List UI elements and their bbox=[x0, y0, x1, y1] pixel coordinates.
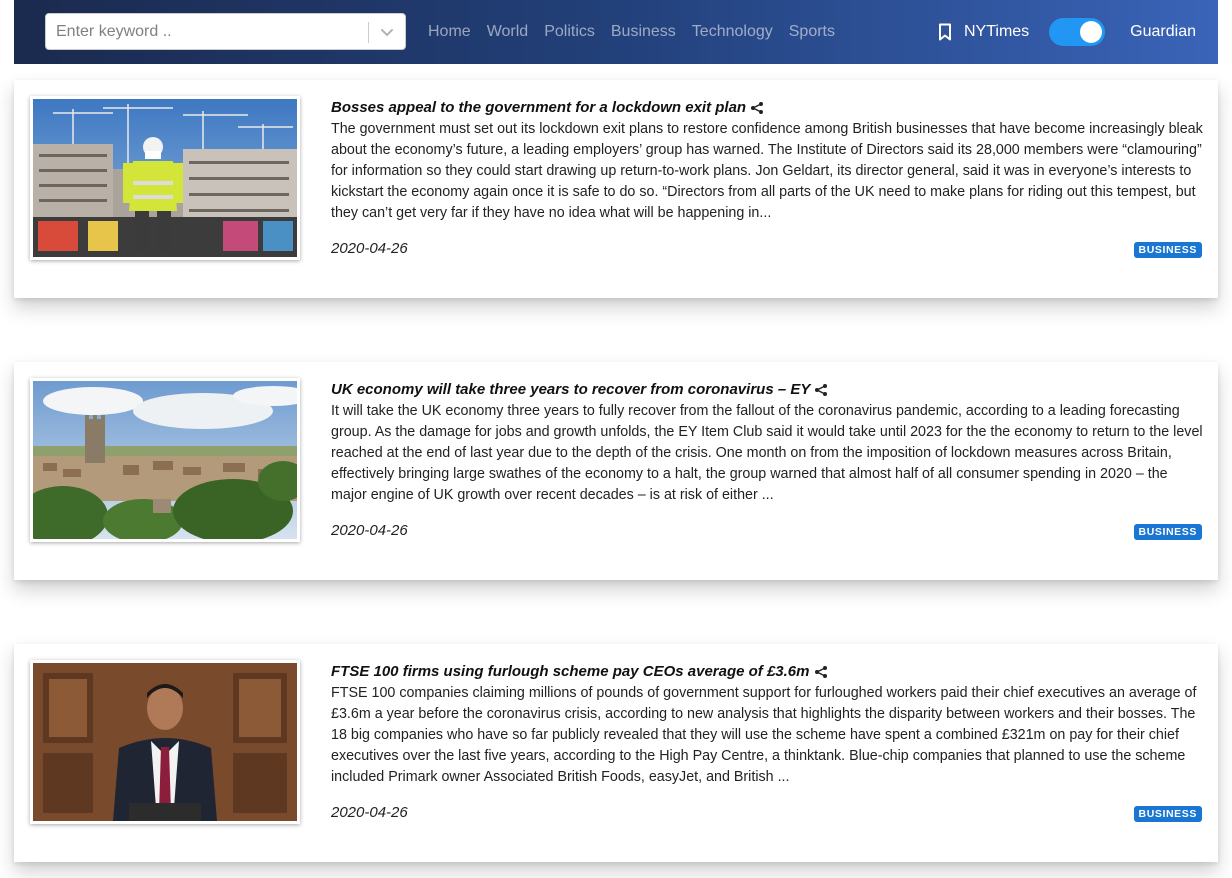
nav-link-world[interactable]: World bbox=[487, 23, 529, 41]
article-image[interactable] bbox=[30, 660, 300, 824]
article-card[interactable]: UK economy will take three years to reco… bbox=[14, 362, 1218, 580]
search-input[interactable] bbox=[46, 14, 366, 49]
source-guardian-label: Guardian bbox=[1130, 23, 1196, 40]
article-title[interactable]: FTSE 100 firms using furlough scheme pay… bbox=[331, 662, 1203, 682]
article-card[interactable]: Bosses appeal to the government for a lo… bbox=[14, 80, 1218, 298]
article-date: 2020-04-26 bbox=[331, 522, 408, 539]
section-badge: BUSINESS bbox=[1133, 242, 1202, 258]
source-toggle[interactable] bbox=[1049, 18, 1106, 46]
article-description: The government must set out its lockdown… bbox=[331, 121, 1203, 221]
article-date: 2020-04-26 bbox=[331, 804, 408, 821]
article-title[interactable]: UK economy will take three years to reco… bbox=[331, 380, 1203, 400]
nav-links: Home World Politics Business Technology … bbox=[428, 0, 851, 64]
search-separator bbox=[368, 22, 369, 43]
top-navbar: Home World Politics Business Technology … bbox=[14, 0, 1218, 64]
nav-link-technology[interactable]: Technology bbox=[692, 23, 773, 41]
nav-link-home[interactable]: Home bbox=[428, 23, 471, 41]
article-body: FTSE 100 firms using furlough scheme pay… bbox=[331, 662, 1203, 788]
section-badge: BUSINESS bbox=[1133, 524, 1202, 540]
nav-link-sports[interactable]: Sports bbox=[789, 23, 835, 41]
article-body: Bosses appeal to the government for a lo… bbox=[331, 98, 1203, 224]
chevron-down-icon[interactable] bbox=[376, 23, 398, 43]
article-title[interactable]: Bosses appeal to the government for a lo… bbox=[331, 98, 1203, 118]
search-select[interactable] bbox=[45, 13, 406, 50]
nav-link-politics[interactable]: Politics bbox=[544, 23, 595, 41]
article-image[interactable] bbox=[30, 378, 300, 542]
article-title-text[interactable]: UK economy will take three years to reco… bbox=[331, 380, 810, 400]
section-badge: BUSINESS bbox=[1133, 806, 1202, 822]
share-icon[interactable] bbox=[814, 383, 828, 397]
article-description: FTSE 100 companies claiming millions of … bbox=[331, 685, 1197, 785]
article-description: It will take the UK economy three years … bbox=[331, 403, 1203, 503]
source-nytimes-label: NYTimes bbox=[963, 23, 1030, 40]
article-title-text[interactable]: Bosses appeal to the government for a lo… bbox=[331, 98, 746, 118]
nav-link-business[interactable]: Business bbox=[611, 23, 676, 41]
share-icon[interactable] bbox=[814, 665, 828, 679]
article-date: 2020-04-26 bbox=[331, 240, 408, 257]
article-card[interactable]: FTSE 100 firms using furlough scheme pay… bbox=[14, 644, 1218, 862]
toggle-knob bbox=[1080, 21, 1103, 43]
bookmark-icon[interactable] bbox=[938, 22, 956, 42]
article-image[interactable] bbox=[30, 96, 300, 260]
share-icon[interactable] bbox=[750, 101, 764, 115]
article-title-text[interactable]: FTSE 100 firms using furlough scheme pay… bbox=[331, 662, 810, 682]
article-body: UK economy will take three years to reco… bbox=[331, 380, 1203, 506]
source-switcher: NYTimes Guardian bbox=[938, 0, 1196, 64]
